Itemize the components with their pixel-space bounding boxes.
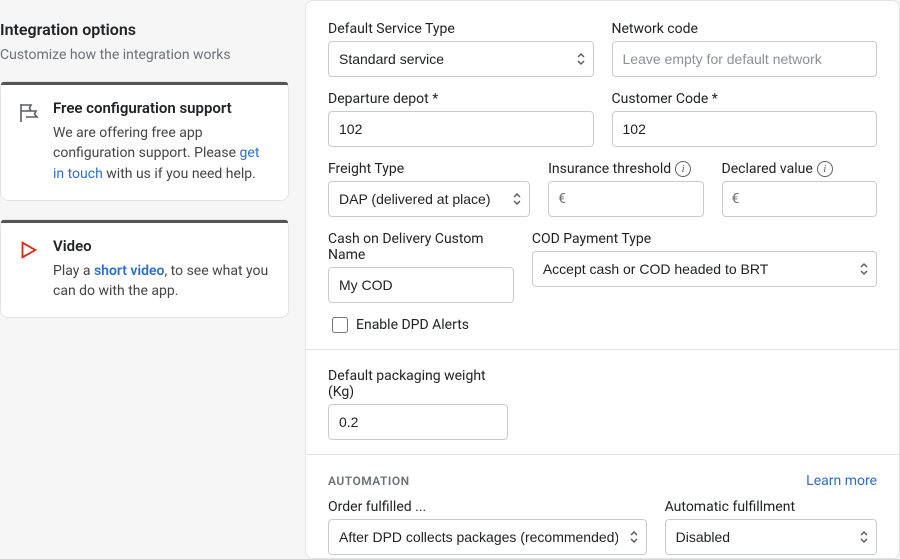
order-fulfilled-select[interactable]: After DPD collects packages (recommended… (328, 519, 647, 555)
cod-custom-name-label: Cash on Delivery Custom Name (328, 231, 514, 263)
video-title: Video (53, 237, 272, 255)
video-card: Video Play a short video, to see what yo… (0, 219, 289, 319)
cod-payment-type-select[interactable]: Accept cash or COD headed to BRT (532, 251, 877, 287)
flag-icon (17, 101, 41, 125)
customer-code-label: Customer Code * (612, 91, 878, 107)
support-card: Free configuration support We are offeri… (0, 81, 289, 201)
declared-value-input[interactable] (722, 181, 877, 217)
insurance-threshold-input[interactable] (548, 181, 703, 217)
play-icon (17, 239, 41, 263)
auto-fulfillment-label: Automatic fulfillment (665, 499, 877, 515)
info-icon[interactable]: i (817, 161, 833, 177)
order-fulfilled-label: Order fulfilled ... (328, 499, 647, 515)
settings-panel: Default Service Type Standard service Ne… (305, 0, 900, 559)
freight-type-label: Freight Type (328, 161, 530, 177)
support-text: We are offering free app configuration s… (53, 123, 272, 184)
freight-type-select[interactable]: DAP (delivered at place) (328, 181, 530, 217)
customer-code-input[interactable] (612, 111, 878, 147)
insurance-threshold-label: Insurance threshold i (548, 161, 703, 177)
network-code-input[interactable] (612, 41, 878, 77)
cod-custom-name-input[interactable] (328, 267, 514, 303)
default-weight-label: Default packaging weight (Kg) (328, 368, 508, 400)
departure-depot-input[interactable] (328, 111, 594, 147)
enable-dpd-alerts-label: Enable DPD Alerts (356, 317, 469, 333)
auto-fulfillment-select[interactable]: Disabled (665, 519, 877, 555)
enable-dpd-alerts-checkbox[interactable] (332, 317, 348, 333)
network-code-label: Network code (612, 21, 878, 37)
learn-more-link[interactable]: Learn more (806, 473, 877, 489)
default-weight-input[interactable] (328, 404, 508, 440)
default-service-type-label: Default Service Type (328, 21, 594, 37)
cod-payment-type-label: COD Payment Type (532, 231, 877, 247)
info-icon[interactable]: i (675, 161, 691, 177)
page-subtitle: Customize how the integration works (0, 47, 289, 63)
page-title: Integration options (0, 20, 289, 39)
video-text: Play a short video, to see what you can … (53, 261, 272, 302)
departure-depot-label: Departure depot * (328, 91, 594, 107)
automation-section-title: AUTOMATION (328, 474, 410, 488)
short-video-link[interactable]: short video (94, 263, 165, 279)
default-service-type-select[interactable]: Standard service (328, 41, 594, 77)
declared-value-label: Declared value i (722, 161, 877, 177)
support-title: Free configuration support (53, 99, 272, 117)
